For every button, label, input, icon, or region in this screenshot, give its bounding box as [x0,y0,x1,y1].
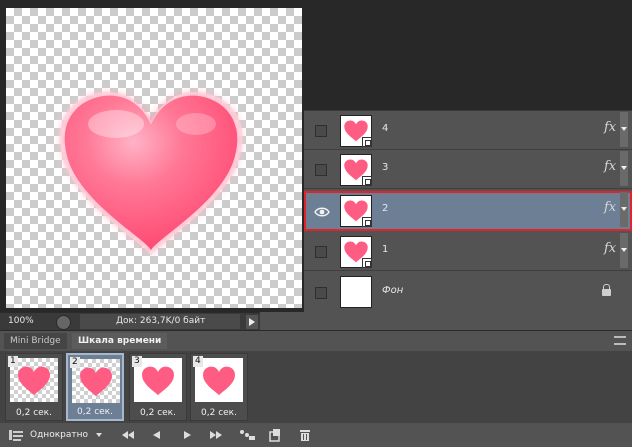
frame-delay[interactable]: 0,2 сек. [130,408,186,418]
frame-number: 1 [8,356,18,367]
tab-mini-bridge[interactable]: Mini Bridge [4,333,67,349]
loop-options-value: Однократно [30,430,88,440]
layer-row-1[interactable]: 1 fx [304,232,632,271]
layer-row-2[interactable]: 2 fx [304,191,632,231]
loop-options-select[interactable]: Однократно [30,428,106,442]
status-icon[interactable] [56,315,71,330]
heart-artwork [59,91,243,257]
next-frame-icon[interactable] [208,428,224,442]
fx-icon[interactable]: fx [604,120,616,135]
smart-object-icon [362,137,372,147]
document-canvas[interactable] [6,8,302,308]
tween-icon[interactable] [238,428,256,442]
eye-icon[interactable] [314,204,330,220]
tab-timeline[interactable]: Шкала времени [72,333,168,349]
layer-thumbnail [340,115,372,147]
frame-number: 3 [132,356,142,367]
frame-delay[interactable]: 0,2 сек. [6,408,62,418]
visibility-toggle[interactable] [315,164,327,176]
layer-thumbnail [340,154,372,186]
visibility-toggle[interactable] [315,287,327,299]
layer-thumbnail [340,236,372,268]
frame-number: 2 [70,357,80,368]
layer-row-background[interactable]: Фон [304,271,632,313]
timeline-toolbar: Однократно [0,425,632,445]
duplicate-frame-icon[interactable] [268,428,282,442]
layer-row-3[interactable]: 3 fx [304,150,632,189]
convert-timeline-icon[interactable] [8,428,24,442]
layer-name: Фон [382,285,404,296]
expand-effects-arrow[interactable] [620,192,628,227]
expand-effects-arrow[interactable] [620,233,628,268]
first-frame-icon[interactable] [120,428,136,442]
fx-icon[interactable]: fx [604,241,616,256]
timeline-panel: Mini Bridge Шкала времени 1 0,2 сек. 2 0… [0,330,632,447]
frames-strip: 1 0,2 сек. 2 0,2 сек. 3 0,2 сек. 4 0,2 с… [0,351,632,423]
layer-thumbnail [340,276,372,308]
expand-effects-arrow[interactable] [620,151,628,186]
frame-3[interactable]: 3 0,2 сек. [129,353,187,421]
visibility-toggle[interactable] [315,125,327,137]
status-bar: 100% Док: 263,7K/0 байт [0,312,260,331]
smart-object-icon [362,258,372,268]
visibility-toggle[interactable] [315,246,327,258]
layer-name: 4 [382,123,389,134]
layer-row-4[interactable]: 4 fx [304,111,632,150]
play-icon[interactable] [180,428,194,442]
layer-name: 3 [382,162,389,173]
expand-effects-arrow[interactable] [620,112,628,147]
status-menu-arrow-icon[interactable] [246,315,258,329]
frame-1[interactable]: 1 0,2 сек. [5,353,63,421]
panel-menu-icon[interactable] [614,336,626,345]
prev-frame-icon[interactable] [150,428,164,442]
layer-name: 1 [382,244,389,255]
fx-icon[interactable]: fx [604,200,616,215]
frame-delay[interactable]: 0,2 сек. [68,407,122,417]
layer-thumbnail [340,195,372,227]
document-info: Док: 263,7K/0 байт [80,314,240,329]
smart-object-icon [362,176,372,186]
frame-4[interactable]: 4 0,2 сек. [190,353,248,421]
zoom-field[interactable]: 100% [8,315,46,328]
lock-icon [602,284,611,296]
frame-delay[interactable]: 0,2 сек. [191,408,247,418]
smart-object-icon [362,217,372,227]
layers-panel: 4 fx 3 fx 2 fx 1 fx Фон [304,110,632,313]
panel-divider [260,312,632,330]
frame-number: 4 [193,356,203,367]
trash-icon[interactable] [298,428,312,442]
chevron-down-icon [96,433,102,437]
frame-2[interactable]: 2 0,2 сек. [66,353,124,421]
layer-name: 2 [382,203,389,214]
fx-icon[interactable]: fx [604,159,616,174]
